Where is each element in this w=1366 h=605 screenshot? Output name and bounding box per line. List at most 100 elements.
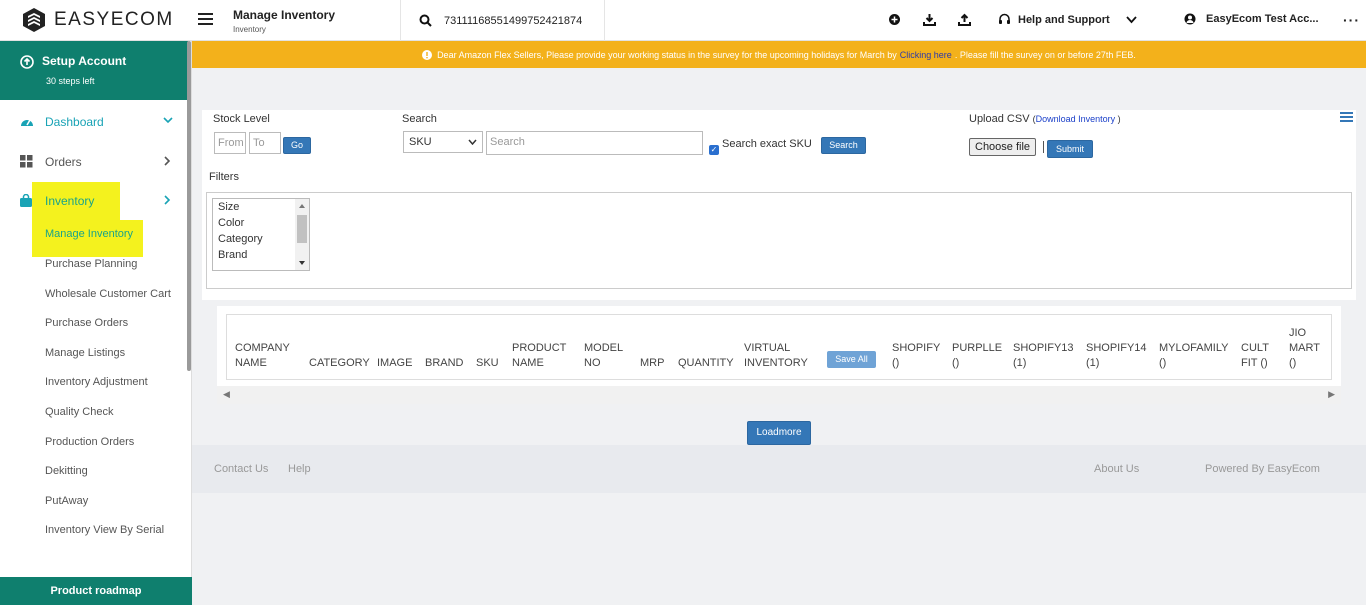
sidebar-item-dashboard[interactable]: Dashboard xyxy=(0,111,188,133)
search-type-select[interactable]: SKU xyxy=(403,131,483,153)
logo[interactable]: EASYECOM xyxy=(22,7,174,33)
help-label: Help and Support xyxy=(1018,13,1110,26)
column-header-mrp[interactable]: MRP xyxy=(640,356,664,371)
filter-listbox[interactable]: Size Color Category Brand xyxy=(212,198,310,271)
choose-file-button[interactable]: Choose file xyxy=(969,138,1037,156)
chevron-right-icon xyxy=(164,195,171,205)
column-header-image[interactable]: IMAGE xyxy=(377,356,412,371)
sidebar-subitem-purchase-orders[interactable]: Purchase Orders xyxy=(45,317,128,329)
dashboard-gauge-icon xyxy=(21,119,33,126)
sidebar-item-orders[interactable]: Orders xyxy=(0,151,188,173)
shopping-bag-icon xyxy=(20,194,32,207)
account-menu[interactable]: EasyEcom Test Acc... xyxy=(1184,13,1319,25)
column-header-mylofamily[interactable]: MYLOFAMILY() xyxy=(1159,341,1228,371)
column-header-model-no[interactable]: MODEL NO xyxy=(584,341,623,371)
column-header-purplle[interactable]: PURPLLE() xyxy=(952,341,1002,371)
easyecom-logo-icon xyxy=(23,8,45,32)
sidebar-subitem-manage-listings[interactable]: Manage Listings xyxy=(45,347,125,359)
column-header-company-name[interactable]: COMPANY NAME xyxy=(235,341,290,371)
search-input[interactable]: Search xyxy=(486,131,703,155)
scroll-up-icon[interactable] xyxy=(295,201,309,211)
hamburger-menu-icon[interactable] xyxy=(198,13,213,25)
grid-icon xyxy=(20,155,33,168)
exact-sku-label: Search exact SKU xyxy=(722,138,812,150)
footer-about-link[interactable]: About Us xyxy=(1094,463,1139,475)
footer-help-link[interactable]: Help xyxy=(288,463,311,475)
inventory-table-header: COMPANY NAME CATEGORY IMAGE BRAND SKU PRO… xyxy=(226,314,1332,380)
footer-contact-link[interactable]: Contact Us xyxy=(214,463,268,475)
chevron-down-icon xyxy=(163,117,173,124)
page-title: Manage Inventory xyxy=(233,8,336,22)
sidebar-subitem-inventory-adjustment[interactable]: Inventory Adjustment xyxy=(45,376,148,388)
chevron-down-icon[interactable] xyxy=(1126,15,1137,24)
page-subtitle: Inventory xyxy=(233,25,266,34)
download-icon[interactable] xyxy=(923,13,936,26)
setup-account-card[interactable]: Setup Account 30 steps left xyxy=(0,41,188,100)
search-label: Search xyxy=(402,113,437,125)
stock-from-input[interactable]: From xyxy=(214,132,246,154)
more-options-icon[interactable]: ··· xyxy=(1343,12,1360,28)
upload-csv-label: Upload CSV (Download Inventory ) xyxy=(969,113,1121,125)
exact-sku-checkbox[interactable]: ✓ xyxy=(709,145,719,155)
table-horizontal-scrollbar[interactable]: ◀ ▶ xyxy=(217,386,1341,404)
header-search-value[interactable]: 7311116855149975242187‌4 xyxy=(444,15,582,27)
column-header-shopify[interactable]: SHOPIFY() xyxy=(892,341,940,371)
banner-text: Dear Amazon Flex Sellers, Please provide… xyxy=(437,49,897,60)
stock-to-input[interactable]: To xyxy=(249,132,281,154)
scroll-down-icon[interactable] xyxy=(295,258,309,268)
column-header-brand[interactable]: BRAND xyxy=(425,356,464,371)
column-header-quantity[interactable]: QUANTITY xyxy=(678,356,734,371)
headset-icon xyxy=(999,13,1010,24)
column-menu-icon[interactable] xyxy=(1340,112,1353,124)
header-search[interactable]: 7311116855149975242187‌4 xyxy=(400,0,605,41)
column-header-shopify14[interactable]: SHOPIFY14 (1) xyxy=(1086,341,1147,371)
search-type-value: SKU xyxy=(409,136,432,148)
logo-text: EASYECOM xyxy=(54,9,174,30)
setup-account-steps: 30 steps left xyxy=(46,76,95,86)
page-background xyxy=(192,493,1366,605)
add-circle-icon[interactable] xyxy=(888,13,901,26)
sidebar-subitem-purchase-planning[interactable]: Purchase Planning xyxy=(45,258,137,270)
user-icon xyxy=(1184,13,1196,25)
product-roadmap-button[interactable]: Product roadmap xyxy=(0,577,192,605)
sidebar-subitem-quality-check[interactable]: Quality Check xyxy=(45,406,113,418)
column-header-cult-fit[interactable]: CULT FIT () xyxy=(1241,341,1269,371)
sidebar-subitem-manage-inventory[interactable]: Manage Inventory xyxy=(45,228,133,240)
banner-text-after: . Please fill the survey on or before 27… xyxy=(954,49,1136,60)
column-header-category[interactable]: CATEGORY xyxy=(309,356,370,371)
help-and-support[interactable]: Help and Support xyxy=(998,13,1137,26)
footer-powered-by: Powered By EasyEcom xyxy=(1205,463,1320,475)
column-header-sku[interactable]: SKU xyxy=(476,356,499,371)
go-button[interactable]: Go xyxy=(283,137,311,154)
save-all-button[interactable]: Save All xyxy=(827,351,876,368)
sidebar-subitem-dekitting[interactable]: Dekitting xyxy=(45,465,88,477)
sidebar-item-label: Dashboard xyxy=(45,115,104,129)
column-header-shopify13[interactable]: SHOPIFY13 (1) xyxy=(1013,341,1074,371)
banner-link[interactable]: Clicking here xyxy=(900,50,952,60)
scroll-right-icon[interactable]: ▶ xyxy=(1328,389,1335,400)
column-header-jio-mart[interactable]: JIO MART() xyxy=(1289,326,1320,371)
sidebar-subitem-wholesale-customer-cart[interactable]: Wholesale Customer Cart xyxy=(45,288,171,300)
header-actions xyxy=(888,13,971,26)
announcement-banner: Dear Amazon Flex Sellers, Please provide… xyxy=(192,41,1366,68)
search-button[interactable]: Search xyxy=(821,137,866,154)
page-heading: Manage Inventory Inventory xyxy=(233,8,335,34)
upload-icon[interactable] xyxy=(958,13,971,26)
sidebar-item-inventory[interactable]: Inventory xyxy=(0,190,188,212)
sidebar-subitem-putaway[interactable]: PutAway xyxy=(45,495,88,507)
column-header-virtual-inventory[interactable]: VIRTUAL INVENTORY xyxy=(744,341,808,371)
sidebar-subitem-inventory-view-by-serial[interactable]: Inventory View By Serial xyxy=(45,524,164,536)
chevron-right-icon xyxy=(164,156,171,166)
scroll-left-icon[interactable]: ◀ xyxy=(223,389,230,400)
sidebar: Setup Account 30 steps left Dashboard Or… xyxy=(0,41,192,605)
column-header-product-name[interactable]: PRODUCT NAME xyxy=(512,341,566,371)
chevron-down-icon xyxy=(468,139,477,145)
listbox-scroll-thumb[interactable] xyxy=(297,215,307,243)
arrow-up-circle-icon xyxy=(20,55,34,69)
submit-button[interactable]: Submit xyxy=(1047,140,1093,158)
search-icon xyxy=(419,14,432,27)
sidebar-subitem-production-orders[interactable]: Production Orders xyxy=(45,436,134,448)
loadmore-button[interactable]: Loadmore xyxy=(747,421,811,445)
download-inventory-link[interactable]: Download Inventory xyxy=(1036,114,1116,124)
footer: Contact Us Help About Us Powered By Easy… xyxy=(192,445,1366,493)
